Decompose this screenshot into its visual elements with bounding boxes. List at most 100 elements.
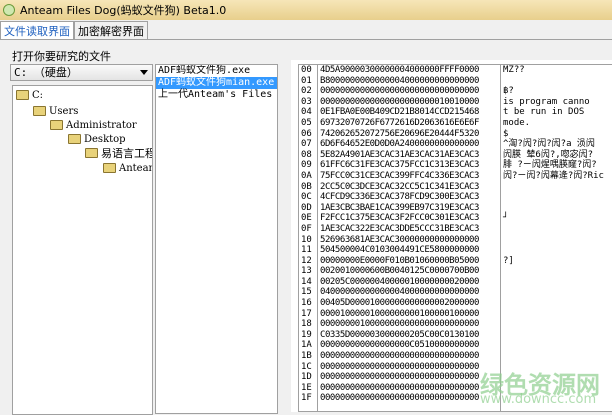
offset-cell: 12	[301, 255, 312, 266]
ascii-row: mode.	[503, 117, 531, 128]
hex-row: 00000000000000000000000000000000	[320, 372, 479, 383]
offset-cell: 08	[301, 149, 312, 160]
hex-row: 00405D00001000000000000002000000	[320, 298, 479, 309]
offset-cell: 06	[301, 128, 312, 139]
offset-cell: 07	[301, 139, 312, 150]
ascii-row: t be run in DOS	[503, 107, 585, 118]
offset-cell: 0B	[301, 181, 312, 192]
offset-cell: 1E	[301, 382, 312, 393]
hex-row: 00000000100000000000000000000000	[320, 319, 479, 330]
hex-row: 1AE3CBC3BAE1CAC399EB97C319E3CAC3	[320, 202, 479, 213]
folder-icon	[103, 163, 116, 173]
folder-tree[interactable]: C: Users Administrator Desktop 易语言工程 Ant…	[12, 85, 153, 415]
offset-cell: 18	[301, 319, 312, 330]
tree-node-label: Desktop	[84, 133, 126, 145]
hex-row: 00000000E0000F010B01060000B05000	[320, 255, 479, 266]
ascii-row: $	[503, 128, 509, 139]
hex-row: 00000000000000000000000000000000	[320, 382, 479, 393]
offset-cell: 02	[301, 86, 312, 97]
tree-node-label: Administrator	[66, 119, 137, 131]
offset-cell: 1D	[301, 372, 312, 383]
tree-node-label: 易语言工程	[101, 147, 153, 160]
tree-node[interactable]: 易语言工程	[85, 146, 153, 160]
hex-row: 742062652072756E20696E20444F5320	[320, 128, 479, 139]
offset-cell: 17	[301, 308, 312, 319]
offset-cell: 0C	[301, 192, 312, 203]
drive-select[interactable]: C: （硬盘）	[10, 64, 153, 81]
ascii-row	[501, 266, 612, 277]
ascii-row	[501, 340, 612, 351]
hex-row: 4D5A90000300000004000000FFFF0000	[320, 65, 479, 75]
hex-row: B8000000000000004000000000000000	[320, 75, 479, 86]
hex-row: 000000000000000000C0510000000000	[320, 340, 479, 351]
ascii-row	[501, 319, 612, 330]
offset-cell: 11	[301, 245, 312, 256]
hex-column[interactable]: 4D5A90000300000004000000FFFF0000 B8000000…	[317, 64, 501, 412]
tab-bar: 文件读取界面 加密解密界面	[0, 21, 148, 40]
offset-cell: 00	[301, 65, 312, 75]
ascii-row: ^渹?闶?闶?闶?a 涢闶	[503, 139, 595, 150]
offset-cell: 04	[301, 107, 312, 118]
ascii-row	[501, 235, 612, 246]
hex-row: 00000000000000000000000010010000	[320, 96, 479, 107]
tree-node[interactable]: Administrator	[50, 118, 137, 132]
watermark-url: www.downcc.com	[480, 392, 597, 407]
file-item[interactable]: ADF蚂蚁文件狗.exe	[156, 65, 277, 77]
offset-cell: 16	[301, 298, 312, 309]
offset-cell: 0A	[301, 170, 312, 181]
offset-cell: 14	[301, 276, 312, 287]
tab-file-read[interactable]: 文件读取界面	[0, 21, 74, 40]
hex-row: 00205C00000040000010000000020000	[320, 276, 479, 287]
group-label: 打开你要研究的文件	[12, 50, 111, 63]
offset-cell: 0D	[301, 202, 312, 213]
tree-node[interactable]: Users	[33, 104, 78, 118]
chevron-down-icon[interactable]	[140, 70, 148, 75]
ascii-row	[501, 76, 612, 87]
ascii-row	[501, 351, 612, 362]
ascii-row: 闶?ㄧ闶?闶幕逄?闶?Ric	[503, 170, 604, 181]
offset-cell: 0E	[301, 213, 312, 224]
folder-icon	[50, 120, 63, 130]
hex-row: 504500004C0103004491CE5800000000	[320, 245, 479, 256]
folder-icon	[85, 148, 98, 158]
offset-column: 00 01 02 03 04 05 06 07 08 09 0A 0B 0C 0D 0E 0F 10 11 12 13…	[298, 64, 319, 412]
tree-node[interactable]: Anteam	[103, 161, 152, 175]
ascii-column[interactable]: MZ?? ฿? is program canno t be run in DOS mod…	[500, 64, 612, 412]
hex-row: 00001000001000000000100000100000	[320, 308, 479, 319]
tree-node[interactable]: C:	[16, 88, 43, 102]
ascii-row	[501, 330, 612, 341]
file-item-selected[interactable]: ADF蚂蚁文件狗mian.exe	[156, 77, 277, 89]
offset-cell: 01	[301, 75, 312, 86]
hex-row: 4CFCD9C336E3CAC378FCD9C300E3CAC3	[320, 192, 479, 203]
tab-encrypt-decrypt[interactable]: 加密解密界面	[74, 21, 148, 39]
ascii-row: ?]	[503, 255, 514, 266]
offset-cell: 1F	[301, 393, 312, 404]
ascii-row: MZ??	[503, 65, 525, 75]
ascii-row: is program canno	[503, 96, 590, 107]
offset-cell: 13	[301, 266, 312, 277]
app-icon	[3, 4, 15, 16]
tree-node-label: C:	[32, 89, 44, 101]
tree-node[interactable]: Desktop	[68, 132, 126, 146]
ascii-row	[501, 203, 612, 214]
ascii-row: ┘	[503, 213, 509, 224]
hex-row: F2FCC1C375E3CAC3F2FCC0C301E3CAC3	[320, 213, 479, 224]
hex-row: C0335D000003000000205C00C0130100	[320, 329, 479, 340]
window-title: Anteam Files Dog(蚂蚁文件狗) Beta1.0	[20, 4, 227, 17]
ascii-row: 闶朠 辇6闶?,唿宓闶?	[503, 149, 594, 160]
file-item[interactable]: 上一代Anteam's Files C	[156, 89, 277, 101]
ascii-row	[501, 298, 612, 309]
offset-cell: 1B	[301, 351, 312, 362]
file-list[interactable]: ADF蚂蚁文件狗.exe ADF蚂蚁文件狗mian.exe 上一代Anteam'…	[155, 64, 278, 414]
hex-viewer: 00 01 02 03 04 05 06 07 08 09 0A 0B 0C 0D 0E 0F 10 11 12 13…	[291, 60, 612, 412]
ascii-row	[501, 309, 612, 320]
ascii-row: 腓 ?ㄧ闶煋喁朠窿?闶?	[503, 160, 597, 171]
ascii-row	[501, 182, 612, 193]
ascii-row	[501, 245, 612, 256]
folder-icon	[68, 134, 81, 144]
offset-cell: 1A	[301, 340, 312, 351]
ascii-row	[501, 192, 612, 203]
offset-cell: 0F	[301, 223, 312, 234]
hex-row: 0020010000600B0040125C0000700B00	[320, 266, 479, 277]
drive-value: C: （硬盘）	[14, 66, 78, 79]
